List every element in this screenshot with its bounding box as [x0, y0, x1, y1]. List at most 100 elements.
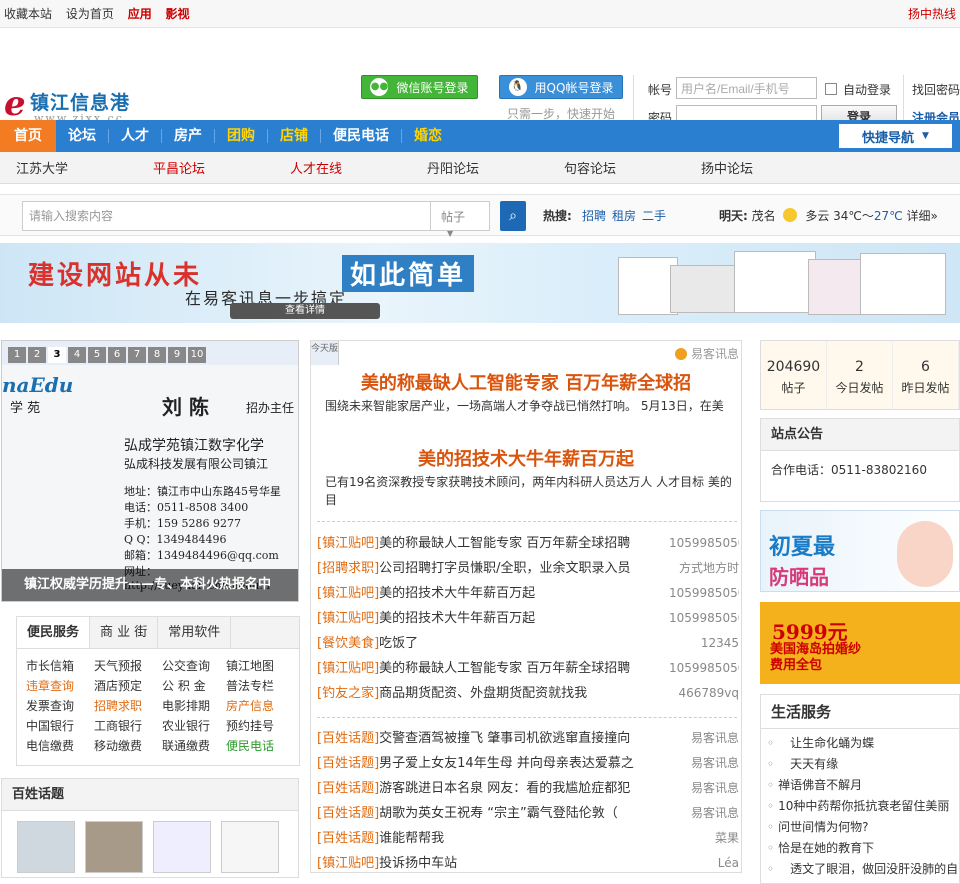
subnav-item[interactable]: 人才在线 — [290, 158, 342, 177]
tab-business[interactable]: 商 业 街 — [90, 617, 159, 648]
news-category[interactable]: [百姓话题] — [317, 776, 379, 801]
thumb-image[interactable] — [221, 821, 279, 873]
slider-page[interactable]: 2 — [28, 347, 46, 363]
service-link[interactable]: 中国银行 — [26, 719, 94, 733]
service-link[interactable]: 房产信息 — [226, 699, 290, 713]
news-category[interactable]: [百姓话题] — [317, 801, 379, 826]
news-category[interactable]: [餐饮美食] — [317, 631, 379, 656]
service-link[interactable]: 公 积 金 — [162, 679, 226, 693]
news-row[interactable]: [镇江贴吧] 美的称最缺人工智能专家 百万年薪全球招聘 1059985050 — [317, 656, 739, 681]
slider-caption[interactable]: 镇江权威学历提升——专、本科火热报名中 — [2, 569, 298, 601]
news-row[interactable]: [百姓话题] 游客跳进日本名泉 网友：看的我尴尬症都犯 易客讯息 — [317, 776, 739, 801]
search-button[interactable]: ⌕ — [500, 201, 526, 231]
slider-page[interactable]: 1 — [8, 347, 26, 363]
wechat-login-button[interactable]: ●● 微信账号登录 — [361, 75, 478, 99]
life-item[interactable]: 问世间情为何物? — [767, 817, 959, 838]
news-row[interactable]: [镇江贴吧] 美的招技术大牛年薪百万起 1059985050 — [317, 606, 739, 631]
news-row[interactable]: [百姓话题] 男子爱上女友14年生母 并向母亲表达爱慕之 易客讯息 — [317, 751, 739, 776]
news-category[interactable]: [镇江贴吧] — [317, 581, 379, 606]
news-title[interactable]: 胡歌为英女王祝寿 “宗主”霸气登陆伦敦（ — [379, 801, 669, 826]
slider-page[interactable]: 9 — [168, 347, 186, 363]
news-title[interactable]: 公司招聘打字员慊职/全职，业余文职录入员 — [379, 556, 669, 581]
news-row[interactable]: [百姓话题] 交警查酒驾被撞飞 肇事司机欲逃窜直接撞向 易客讯息 — [317, 726, 739, 751]
news-category[interactable]: [招聘求职] — [317, 556, 379, 581]
service-link[interactable]: 联通缴费 — [162, 739, 226, 753]
news-title[interactable]: 游客跳进日本名泉 网友：看的我尴尬症都犯 — [379, 776, 669, 801]
service-link[interactable]: 违章查询 — [26, 679, 94, 693]
slider-page[interactable]: 7 — [128, 347, 146, 363]
ad-sunscreen[interactable]: 初夏最 防晒品 — [760, 510, 960, 592]
nav-groupbuy[interactable]: 团购 — [215, 120, 267, 152]
tab-services[interactable]: 便民服务 — [17, 617, 91, 648]
news-category[interactable]: [镇江贴吧] — [317, 531, 379, 556]
news-row[interactable]: [餐饮美食] 吃饭了 12345 — [317, 631, 739, 656]
news-title[interactable]: 美的招技术大牛年薪百万起 — [379, 606, 669, 631]
news-row[interactable]: [钓友之家] 商品期货配资、外盘期货配资就找我 466789vq — [317, 681, 739, 706]
service-link[interactable]: 便民电话 — [226, 739, 290, 753]
news-row[interactable]: [百姓话题] 胡歌为英女王祝寿 “宗主”霸气登陆伦敦（ 易客讯息 — [317, 801, 739, 826]
search-input[interactable]: 请输入搜索内容 — [22, 201, 490, 231]
thumb-image[interactable] — [153, 821, 211, 873]
news-title[interactable]: 谁能帮帮我 — [379, 826, 669, 851]
thumb-image[interactable] — [85, 821, 143, 873]
nav-dating[interactable]: 婚恋 — [402, 120, 454, 152]
ad-wedding[interactable]: 5999元 美国海岛拍婚纱 费用全包 — [760, 602, 960, 684]
service-link[interactable]: 天气预报 — [94, 659, 162, 673]
slider-page[interactable]: 4 — [68, 347, 86, 363]
life-item[interactable]: 让生命化蛹为蝶 — [767, 733, 959, 754]
news-title[interactable]: 男子爱上女友14年生母 并向母亲表达爱慕之 — [379, 751, 669, 776]
headline-1[interactable]: 美的称最缺人工智能专家 百万年薪全球招 — [311, 369, 741, 395]
thumb-image[interactable] — [17, 821, 75, 873]
life-item[interactable]: 天天有缘 — [767, 754, 959, 775]
news-title[interactable]: 美的招技术大牛年薪百万起 — [379, 581, 669, 606]
news-row[interactable]: [镇江贴吧] 美的招技术大牛年薪百万起 1059985050 — [317, 581, 739, 606]
subnav-item[interactable]: 丹阳论坛 — [427, 158, 479, 177]
service-link[interactable]: 公交查询 — [162, 659, 226, 673]
service-link[interactable]: 电影排期 — [162, 699, 226, 713]
slider-page[interactable]: 10 — [188, 347, 206, 363]
news-category[interactable]: [钓友之家] — [317, 681, 379, 706]
news-category[interactable]: [镇江贴吧] — [317, 851, 379, 876]
service-link[interactable]: 工商银行 — [94, 719, 162, 733]
hot-keyword[interactable]: 招聘 — [582, 209, 606, 223]
service-link[interactable]: 发票查询 — [26, 699, 94, 713]
news-category[interactable]: [百姓话题] — [317, 726, 379, 751]
qq-login-button[interactable]: 🐧 用QQ帐号登录 — [499, 75, 623, 99]
news-title[interactable]: 美的称最缺人工智能专家 百万年薪全球招聘 — [379, 531, 669, 556]
news-title[interactable]: 投诉扬中车站 — [379, 851, 669, 876]
nav-phone[interactable]: 便民电话 — [321, 120, 401, 152]
life-item[interactable]: 恰是在她的教育下 — [767, 838, 959, 859]
news-row[interactable]: [镇江贴吧] 投诉扬中车站 Léa — [317, 851, 739, 876]
find-password-link[interactable]: 找回密码 — [912, 81, 960, 98]
service-link[interactable]: 电信缴费 — [26, 739, 94, 753]
service-link[interactable]: 酒店预定 — [94, 679, 162, 693]
tab-software[interactable]: 常用软件 — [158, 617, 232, 648]
hot-keyword[interactable]: 租房 — [612, 209, 636, 223]
news-category[interactable]: [镇江贴吧] — [317, 656, 379, 681]
weather-detail-link[interactable]: 详细» — [907, 209, 938, 223]
news-title[interactable]: 美的称最缺人工智能专家 百万年薪全球招聘 — [379, 656, 669, 681]
life-item[interactable]: 禅语佛音不解月 — [767, 775, 959, 796]
hot-keyword[interactable]: 二手 — [642, 209, 666, 223]
banner-cta[interactable]: 查看详情 — [230, 303, 380, 319]
slider-page[interactable]: 5 — [88, 347, 106, 363]
nav-home[interactable]: 首页 — [0, 120, 56, 152]
slider-page-current[interactable]: 3 — [48, 347, 66, 363]
service-link[interactable]: 镇江地图 — [226, 659, 290, 673]
news-category[interactable]: [镇江贴吧] — [317, 606, 379, 631]
video-link[interactable]: 影视 — [166, 7, 190, 21]
service-link[interactable]: 市长信箱 — [26, 659, 94, 673]
service-link[interactable]: 农业银行 — [162, 719, 226, 733]
service-link[interactable]: 招聘求职 — [94, 699, 162, 713]
nav-talent[interactable]: 人才 — [109, 120, 161, 152]
service-link[interactable]: 普法专栏 — [226, 679, 290, 693]
life-item[interactable]: 透文了眼泪，做回没肝没肺的自 — [767, 859, 959, 880]
set-homepage-link[interactable]: 设为首页 — [66, 7, 114, 21]
apps-link[interactable]: 应用 — [128, 7, 152, 21]
headline-2[interactable]: 美的招技术大牛年薪百万起 — [311, 445, 741, 471]
service-link[interactable]: 预约挂号 — [226, 719, 290, 733]
service-link[interactable]: 移动缴费 — [94, 739, 162, 753]
nav-forum[interactable]: 论坛 — [56, 120, 108, 152]
news-category[interactable]: [百姓话题] — [317, 826, 379, 851]
slider-page[interactable]: 8 — [148, 347, 166, 363]
